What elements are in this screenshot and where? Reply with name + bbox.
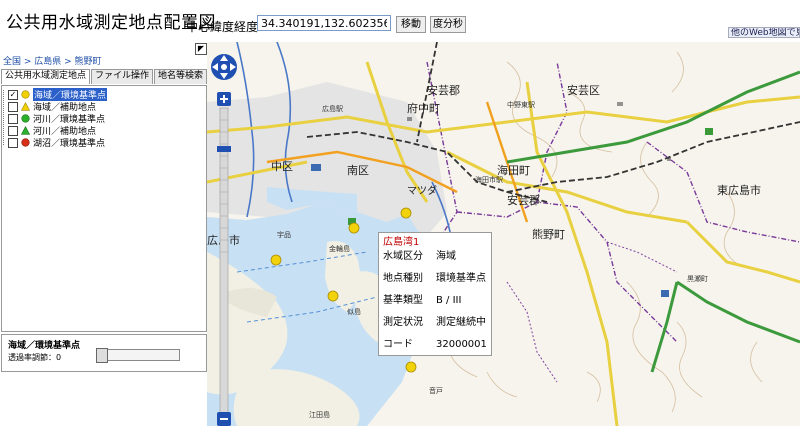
popup-value: 環境基準点: [436, 273, 486, 284]
green-triangle-icon: [21, 126, 30, 135]
transparency-slider[interactable]: [96, 348, 180, 363]
layer-item-river-standard[interactable]: 河川／環境基準点: [8, 113, 105, 125]
red-circle-icon: [21, 138, 30, 147]
tab-place-search[interactable]: 地名等検索: [154, 69, 208, 84]
map-label-kumano: 熊野町: [532, 228, 565, 241]
map-label-naka-ku: 中区: [271, 160, 293, 173]
map-label-aki-gun-south: 安芸郡: [507, 194, 540, 207]
map-label-hiroshima-station: 広島駅: [322, 105, 343, 113]
map-label-ondo: 音戸: [429, 387, 443, 395]
measurement-point-marker[interactable]: [405, 361, 417, 373]
tab-file-operations[interactable]: ファイル操作: [91, 69, 154, 84]
map-label-nakano-station: 中野東駅: [507, 101, 535, 109]
header: 公共用水域測定地点配置図 中心緯度経度: 移動 度分秒 他のWeb地図で見: [0, 0, 800, 42]
measurement-point-marker[interactable]: [270, 254, 282, 266]
layer-item-sea-auxiliary[interactable]: 海域／補助地点: [8, 101, 96, 113]
popup-key: 基準類型: [383, 295, 423, 306]
slider-handle[interactable]: [96, 348, 108, 363]
checkbox[interactable]: [8, 113, 18, 124]
point-info-popup: 広島湾1 水域区分 海域 地点種別 環境基準点 基準類型 B / III 測定状…: [378, 232, 492, 356]
coordinate-label: 中心緯度経度:: [186, 20, 263, 34]
checkbox[interactable]: [8, 101, 18, 112]
collapse-panel-icon[interactable]: ◤: [195, 43, 207, 55]
zoom-slider-track[interactable]: [219, 107, 229, 415]
map-label-aki-gun: 安芸郡: [427, 84, 460, 97]
popup-key: 水域区分: [383, 251, 423, 262]
map-label-kaitaichi-station: 海田市駅: [475, 176, 503, 184]
transparency-label: 透過率調節：0: [8, 353, 62, 362]
measurement-point-marker[interactable]: [327, 290, 339, 302]
popup-value: 海域: [436, 251, 456, 262]
layer-item-sea-standard[interactable]: ✓ 海域／環境基準点: [8, 88, 108, 101]
map-label-fuchu: 府中町: [407, 102, 440, 115]
layer-tree: ✓ 海域／環境基準点 海域／補助地点 河川／環境基準点 河川／補助地点 湖沼／環…: [1, 85, 207, 332]
popup-key: 地点種別: [383, 273, 423, 284]
map-label-minami-ku: 南区: [347, 164, 369, 177]
checkbox[interactable]: [8, 125, 18, 136]
checkbox[interactable]: ✓: [8, 89, 18, 100]
map-label-ujina: 宇品: [277, 231, 291, 239]
map-label-kurose: 黒瀬町: [687, 275, 708, 283]
popup-point-name[interactable]: 広島湾1: [383, 237, 419, 249]
popup-value: 32000001: [436, 339, 487, 350]
map-view[interactable]: 安芸郡 府中町 安芸区 中区 南区 海田町 安芸郡 熊野町 東広島市 広島市 マ…: [207, 42, 800, 426]
coordinate-input[interactable]: [257, 15, 391, 31]
map-label-mazda: マツダ: [407, 186, 437, 197]
yellow-circle-icon: [21, 90, 30, 99]
tab-measurement-points[interactable]: 公共用水域測定地点: [1, 69, 91, 84]
other-map-link[interactable]: 他のWeb地図で見: [728, 27, 800, 38]
popup-key: 測定状況: [383, 317, 423, 328]
sidebar-tabs: 公共用水域測定地点 ファイル操作 地名等検索: [1, 69, 208, 84]
legend-title: 海域／環境基準点: [8, 341, 81, 351]
checkbox[interactable]: [8, 137, 18, 148]
zoom-slider-handle[interactable]: [217, 146, 231, 152]
measurement-point-marker[interactable]: [348, 222, 360, 234]
map-canvas: [207, 42, 800, 426]
measurement-point-marker[interactable]: [400, 207, 412, 219]
map-label-aki-ku: 安芸区: [567, 84, 600, 97]
map-label-ninoshima: 似島: [347, 308, 361, 316]
dms-button[interactable]: 度分秒: [430, 16, 466, 33]
legend-panel: 海域／環境基準点 透過率調節：0: [1, 334, 207, 372]
map-label-kanawa: 金輪島: [329, 245, 350, 253]
breadcrumb[interactable]: 全国 > 広島県 > 熊野町: [3, 54, 102, 67]
zoom-control-graphic: [211, 54, 237, 426]
map-label-etajima: 江田島: [309, 411, 330, 419]
layer-label: 湖沼／環境基準点: [33, 139, 106, 149]
sidebar: ◤ 全国 > 広島県 > 熊野町 公共用水域測定地点 ファイル操作 地名等検索 …: [0, 42, 208, 426]
popup-value: 測定継続中: [436, 317, 486, 328]
popup-value: B / III: [436, 295, 462, 306]
popup-key: コード: [383, 339, 413, 350]
green-circle-icon: [21, 114, 30, 123]
layer-item-river-auxiliary[interactable]: 河川／補助地点: [8, 125, 96, 137]
map-label-higashihiroshima: 東広島市: [717, 184, 761, 197]
layer-item-lake-standard[interactable]: 湖沼／環境基準点: [8, 137, 106, 149]
page-title: 公共用水域測定地点配置図: [6, 13, 216, 33]
move-button[interactable]: 移動: [396, 16, 426, 33]
zoom-control: [209, 50, 241, 426]
yellow-triangle-icon: [21, 102, 30, 111]
